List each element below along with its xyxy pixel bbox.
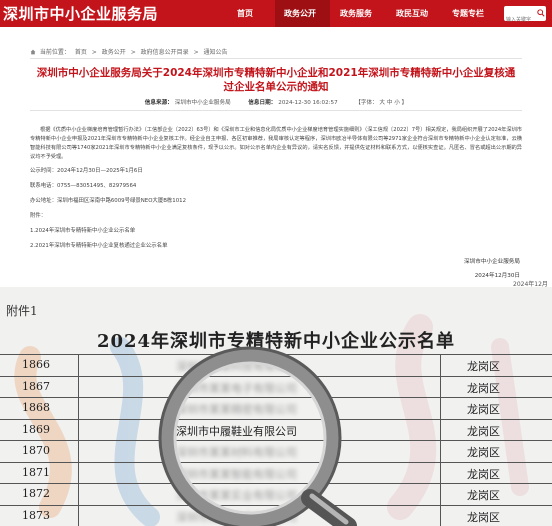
table-row-district: 龙岗区: [467, 424, 500, 438]
nav-home[interactable]: 首页: [237, 8, 253, 19]
table-row-company: 深圳市某某电子有限公司: [176, 381, 297, 395]
top-navigation-bar: 深圳市中小企业服务局 首页 政务公开 政务服务 政民互动 专题专栏: [0, 0, 552, 28]
table-row-number: 1867: [22, 379, 50, 393]
table-row-divider: [0, 397, 552, 398]
signature-date: 2024年12月30日: [474, 273, 520, 279]
search-box: [504, 6, 546, 28]
table-row-company: 深圳市某某精密有限公司: [176, 403, 297, 416]
site-title[interactable]: 深圳市中小企业服务局: [3, 3, 158, 24]
table-row-district: 龙岗区: [467, 360, 500, 373]
table-row-company: 深圳市中履鞋业有限公司: [176, 424, 297, 438]
table-row-divider: [0, 375, 552, 377]
table-row-number: 1866: [22, 358, 50, 371]
breadcrumb-info-catalog[interactable]: 政府信息公开目录: [141, 49, 189, 56]
table-row-divider: [0, 504, 552, 506]
divider: [30, 110, 522, 111]
article-title: 深圳市中小企业服务局关于2024年深圳市专精特新中小企业和2021年深圳市专精特…: [36, 67, 516, 93]
breadcrumb-government-affairs[interactable]: 政务公开: [102, 49, 126, 56]
source-label: 信息来源：: [144, 100, 173, 106]
search-input[interactable]: [504, 12, 538, 28]
table-row-district: 龙岗区: [467, 403, 500, 416]
table-row-divider: [0, 461, 552, 463]
breadcrumb-separator: >: [130, 49, 136, 56]
table-row-divider: [0, 483, 552, 484]
font-size-small[interactable]: 小: [394, 100, 400, 106]
breadcrumb: 当前位置： 首页 > 政务公开 > 政府信息公开目录 > 通知公告: [30, 47, 231, 56]
home-icon: [30, 49, 36, 55]
table-row-divider: [0, 418, 552, 420]
divider: [30, 58, 522, 59]
font-size-medium[interactable]: 中: [387, 100, 393, 106]
date-value: 2024-12-30 16:02:57: [278, 100, 338, 106]
table-row-company: 深圳市某某材料有限公司: [176, 446, 297, 459]
date-label: 信息日期：: [248, 100, 277, 106]
font-size-large[interactable]: 大: [379, 100, 385, 106]
table-row-district: 龙岗区: [467, 446, 500, 459]
table-row-number: 1870: [22, 444, 50, 457]
table-row-district: 龙岗区: [467, 510, 500, 524]
publicity-period: 公示时间：2024年12月30日—2025年1月6日: [30, 168, 143, 174]
table-row-divider: [0, 440, 552, 441]
font-size-label: 【字体：: [355, 100, 378, 106]
table-row-divider: [0, 354, 552, 355]
attachment-table-image: 附件1 2024年深圳市专精特新中小企业公示名单 1866 深圳市某某科技有限公司…: [0, 287, 552, 526]
table-column-divider: [440, 354, 441, 526]
source-value: 深圳市中小企业服务局: [174, 100, 231, 106]
table-column-divider: [78, 354, 79, 526]
nav-public-interaction[interactable]: 政民互动: [396, 8, 428, 19]
table-row-company: 深圳市某某科技有限公司: [176, 360, 297, 373]
article-meta: 信息来源： 深圳市中小企业服务局 信息日期： 2024-12-30 16:02:57…: [30, 98, 522, 106]
table-title: 2024年深圳市专精特新中小企业公示名单: [96, 331, 456, 352]
table-row-number: 1871: [22, 465, 50, 479]
breadcrumb-separator: >: [193, 49, 199, 56]
nav-government-affairs[interactable]: 政务公开: [284, 8, 316, 19]
table-row-number: 1869: [22, 422, 50, 436]
breadcrumb-separator: >: [91, 49, 97, 56]
nav-special-topics[interactable]: 专题专栏: [452, 8, 484, 19]
table-row-district: 龙岗区: [467, 489, 500, 502]
search-icon[interactable]: [537, 9, 545, 17]
table-row-company: 深圳市某某智能有限公司: [176, 467, 297, 481]
article-body: 根据《优质中小企业梯度培育管理暂行办法》（工信部企业〔2022〕63号）和《深圳…: [30, 127, 522, 160]
table-row-number: 1873: [22, 508, 50, 522]
signature-org: 深圳市中小企业服务局: [464, 259, 520, 265]
table-row-district: 龙岗区: [467, 467, 500, 481]
attachment-link-1[interactable]: 1.2024年深圳市专精特新中小企业公示名单: [30, 226, 135, 234]
table-row-number: 1872: [22, 487, 50, 500]
attachments-label: 附件：: [30, 213, 47, 219]
font-size-close: 】: [401, 100, 408, 106]
breadcrumb-prefix: 当前位置：: [39, 49, 70, 56]
table-row-number: 1868: [22, 401, 50, 414]
attachment-link-2[interactable]: 2.2021年深圳市专精特新中小企业复核通过企业公示名单: [30, 241, 167, 249]
attachment-label: 附件1: [6, 304, 38, 318]
breadcrumb-home[interactable]: 首页: [75, 49, 87, 56]
office-address: 办公地址：深圳市福田区深南中路6009号绿景NEO大厦B栋1012: [30, 198, 187, 204]
table-row-company: 深圳市某某技术有限公司: [176, 510, 297, 524]
contact-phone: 联系电话：0755—83051495、82979564: [30, 183, 137, 189]
table-row-district: 龙岗区: [467, 381, 500, 395]
table-row-company: 深圳市某某实业有限公司: [176, 489, 297, 502]
breadcrumb-notices[interactable]: 通知公告: [204, 49, 228, 56]
nav-government-services[interactable]: 政务服务: [340, 8, 372, 19]
